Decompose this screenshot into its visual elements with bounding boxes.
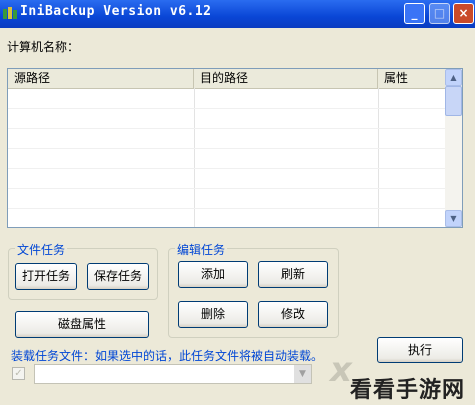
auto-load-checkbox[interactable]: ✓ [12,367,25,380]
chevron-down-icon: ▼ [450,214,457,223]
grid-row-line [8,148,446,149]
add-button[interactable]: 添加 [178,261,248,288]
grid-row-line [8,108,446,109]
grid-row-line [8,168,446,169]
open-task-button[interactable]: 打开任务 [15,263,77,290]
modify-button[interactable]: 修改 [258,301,328,328]
maximize-icon: □ [433,6,446,20]
checkmark-icon: ✓ [14,368,23,379]
scroll-thumb[interactable] [445,86,462,116]
scroll-up-button[interactable]: ▲ [445,69,462,86]
close-icon: × [458,6,469,20]
watermark-text: 看看手游网 [350,378,466,403]
title-bar[interactable]: IniBackup Version v6.12 _ □ × [0,0,475,28]
scroll-down-button[interactable]: ▼ [445,210,462,227]
column-attributes[interactable]: 属性 [378,69,446,88]
file-task-title: 文件任务 [15,241,68,258]
chevron-up-icon: ▲ [450,73,457,82]
watermark-logo: x [330,350,352,390]
maximize-button[interactable]: □ [429,3,450,24]
window-title: IniBackup Version v6.12 [20,4,212,19]
edit-task-title: 编辑任务 [175,241,228,258]
vertical-scrollbar[interactable]: ▲ ▼ [445,69,462,227]
minimize-icon: _ [411,6,418,20]
task-list[interactable]: 源路径 目的路径 属性 ▲ ▼ [7,68,463,228]
column-dest-path[interactable]: 目的路径 [194,69,378,88]
load-task-label: 装载任务文件：如果选中的话，此任务文件将被自动装载。 [11,349,324,363]
grid-line [378,88,379,227]
app-icon [3,7,17,19]
execute-button[interactable]: 执行 [377,337,463,363]
grid-row-line [8,128,446,129]
grid-row-line [8,188,446,189]
task-file-combo[interactable]: ▼ [34,364,312,384]
save-task-button[interactable]: 保存任务 [87,263,149,290]
close-button[interactable]: × [453,3,474,24]
disk-properties-button[interactable]: 磁盘属性 [15,311,149,338]
grid-line [194,88,195,227]
computer-name-label: 计算机名称： [7,40,80,54]
delete-button[interactable]: 删除 [178,301,248,328]
refresh-button[interactable]: 刷新 [258,261,328,288]
grid-row-line [8,208,446,209]
chevron-down-icon[interactable]: ▼ [294,365,311,383]
column-source-path[interactable]: 源路径 [8,69,194,88]
list-header: 源路径 目的路径 属性 [8,69,446,89]
minimize-button[interactable]: _ [404,3,425,24]
